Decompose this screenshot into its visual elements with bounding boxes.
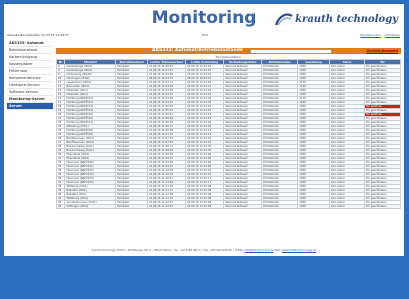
sidebar-item-hardware-version[interactable]: Hardware-Version: [7, 82, 53, 89]
center-label: Tool: [202, 33, 208, 37]
app-header: Monitoring krauth technology: [4, 4, 404, 34]
footer-email-link[interactable]: info@krauth-online.de: [245, 249, 274, 252]
app-window: Monitoring krauth technology Aktuelle Be…: [4, 4, 404, 256]
table-row[interactable]: 43 Göttingen (IKG1) Fahrbahn 21.06.15 11:12…: [55, 204, 402, 209]
sidebar-item-kassenpapier[interactable]: Kassenpapier: [7, 61, 53, 68]
table-cell: Verbund aktiviert: [223, 204, 263, 209]
automat-select[interactable]: [250, 49, 332, 54]
user-time: Aktuelle Benutzerzeit: 21.05.14 11:48:37: [7, 33, 69, 37]
sidebar-item-monitoring-server[interactable]: Monitoring-Server: [7, 96, 53, 103]
table-cell: 1000: [297, 204, 331, 209]
sidebar-item-kartenrueckgang[interactable]: Kartenrückgang: [7, 54, 53, 61]
table-cell: Einfahrbahn: [261, 204, 299, 209]
table-cell: Tür geschlossen: [363, 204, 402, 209]
sidebar-nav: AKS333: Automat Betriebszustand Kartenrü…: [7, 40, 53, 110]
brand-logo-icon: [275, 13, 293, 26]
table-cell: kein Alarm: [329, 204, 365, 209]
footer: krauth technology GmbH • Wolfsburger Str…: [4, 249, 404, 252]
status-table: Nr Standort Betriebszustand Letzter Statusw…: [55, 59, 402, 209]
sidebar-item-software-version[interactable]: Software-Version: [7, 89, 53, 96]
table-cell: Göttingen (IKG1): [64, 204, 117, 209]
sidebar-item-komponentenliste[interactable]: Komponentenliste: [7, 75, 53, 82]
sidebar-heading[interactable]: AKS333: Automat: [7, 40, 53, 47]
sidebar-item-fehlerliste[interactable]: Fehlerliste: [7, 68, 53, 75]
sidebar-item-server[interactable]: Server: [7, 103, 53, 110]
settings-link[interactable]: Einstellungen: [360, 33, 380, 37]
sidebar-item-betriebszustand[interactable]: Betriebszustand: [7, 47, 53, 54]
table-cell: Fahrbahn: [115, 204, 148, 209]
section-banner: AKS333: Automat/Betriebszustände Zurück/…: [56, 48, 401, 54]
logout-link[interactable]: Abmelden: [385, 33, 400, 37]
footer-web-link[interactable]: www.krauth-technology.de: [282, 249, 316, 252]
table-cell: 43: [55, 204, 66, 209]
table-cell: 21.06.15 11:25:49: [185, 204, 225, 209]
brand-name: krauth technology: [295, 13, 398, 25]
footer-web-label: Web:: [274, 249, 281, 252]
back-link[interactable]: Zurück/Auswahl: [367, 48, 399, 54]
banner-title: AKS333: Automat/Betriebszustände: [152, 48, 243, 53]
header-links: Einstellungen Abmelden: [357, 33, 400, 37]
table-cell: 21.06.15 11:12:52: [146, 204, 187, 209]
footer-text: krauth technology GmbH • Wolfsburger Str…: [91, 249, 244, 252]
brand-logo: krauth technology: [275, 12, 398, 26]
